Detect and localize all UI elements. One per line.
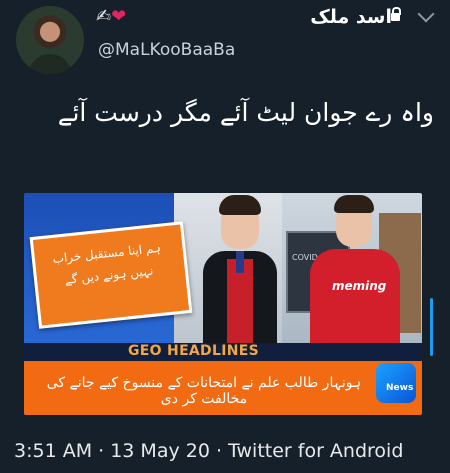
ticker-text: ہونہار طالب علم نے امتحانات کے منسوخ کیے… xyxy=(46,375,362,407)
news-ticker: ہونہار طالب علم نے امتحانات کے منسوخ کیے… xyxy=(24,361,422,415)
lock-icon xyxy=(391,7,401,21)
student-hair xyxy=(219,195,261,215)
student-hair-2 xyxy=(334,195,374,213)
profile-avatar[interactable] xyxy=(16,6,84,74)
display-name[interactable]: اسد ملک xyxy=(310,6,392,28)
headline-suffix: HEADLINES xyxy=(167,343,259,359)
quote-card-text: ہم اپنا مستقبل خراب نہیں ہونے دیں گے xyxy=(51,240,162,287)
name-emojis: ✍❤ xyxy=(96,6,126,27)
student-sweater xyxy=(310,249,400,355)
tweet-image[interactable]: COVID meming ہم اپنا مستقبل خراب نہیں ہو… xyxy=(24,193,422,415)
sweater-text: meming xyxy=(332,279,387,293)
geo-headlines-label: GEO HEADLINES xyxy=(128,343,259,359)
headline-prefix: GEO xyxy=(128,343,162,359)
heart-icon: ❤ xyxy=(111,6,127,27)
student-sweater-figure: meming xyxy=(302,195,402,355)
author-header[interactable]: ✍❤ اسد ملک xyxy=(92,4,401,32)
student-tie xyxy=(236,251,244,273)
quote-card: ہم اپنا مستقبل خراب نہیں ہونے دیں گے xyxy=(29,221,193,329)
tweet-text: واہ رے جوان لیٹ آئے مگر درست آئے xyxy=(57,98,434,127)
writing-hand-icon: ✍ xyxy=(96,6,112,27)
student-vest xyxy=(227,259,253,355)
avatar-shirt xyxy=(28,54,72,74)
scrollbar[interactable] xyxy=(430,298,433,356)
user-handle[interactable]: @MaLKooBaaBa xyxy=(98,40,235,60)
geo-news-logo-text: News xyxy=(386,383,414,393)
student-uniform-figure xyxy=(197,195,283,355)
tweet-meta[interactable]: 3:51 AM · 13 May 20 · Twitter for Androi… xyxy=(14,440,403,462)
chevron-down-icon[interactable] xyxy=(417,5,435,23)
